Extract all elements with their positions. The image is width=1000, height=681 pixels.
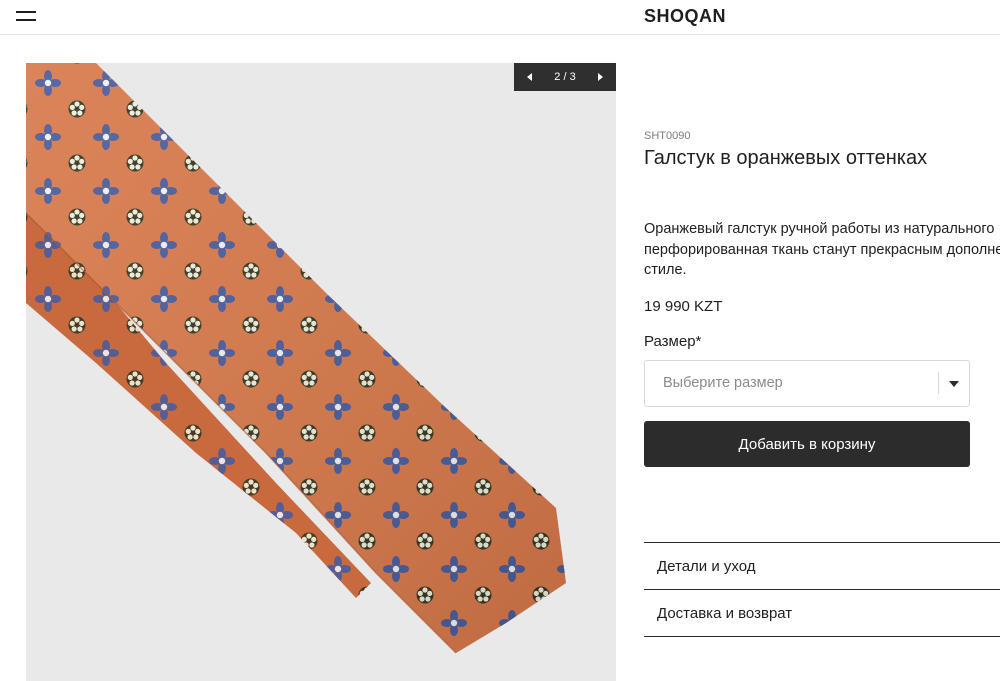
size-select[interactable]: Выберите размер [644,360,970,407]
hamburger-menu-icon[interactable] [16,11,36,21]
accordion-label: Доставка и возврат [657,605,793,622]
description-line: Оранжевый галстук ручной работы из натур… [644,221,995,237]
tie-photo [26,63,616,681]
add-to-cart-button[interactable]: Добавить в корзину [644,421,970,467]
chevron-down-icon [949,381,959,387]
site-logo[interactable]: SHOQAN [644,6,726,27]
description-line: стиле. [644,262,687,278]
arrow-left-icon[interactable] [516,63,544,91]
arrow-right-icon[interactable] [586,63,614,91]
product-image[interactable] [26,63,616,681]
product-sku: SHT0090 [644,130,691,142]
product-price: 19 990 KZT [644,298,723,315]
select-divider [938,372,939,394]
accordion-details-care[interactable]: Детали и уход [644,543,1000,589]
site-header: SHOQAN [0,0,1000,35]
size-label: Размер* [644,333,702,350]
product-description: Оранжевый галстук ручной работы из натур… [644,219,1000,281]
description-line: перфорированная ткань станут прекрасным … [644,241,1000,258]
product-title: Галстук в оранжевых оттенках [644,147,928,169]
gallery-counter: 2 / 3 [554,71,576,83]
accordion-delivery-returns[interactable]: Доставка и возврат [644,590,1000,636]
divider [644,636,1000,637]
accordion-label: Детали и уход [657,558,756,575]
size-select-placeholder: Выберите размер [663,375,783,391]
gallery-pager: 2 / 3 [514,63,616,91]
